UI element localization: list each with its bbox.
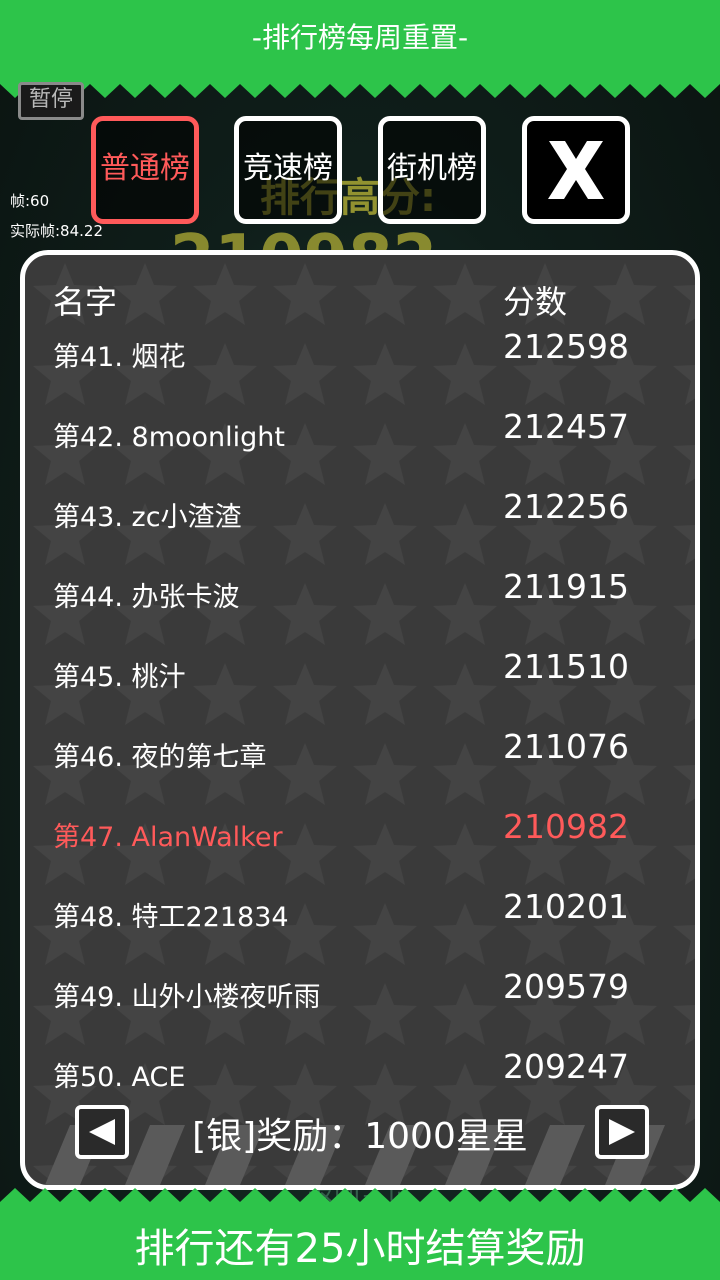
row-score: 211510 <box>503 647 629 686</box>
leaderboard-row: 第45. 桃汁 211510 <box>25 645 695 705</box>
column-header-name: 名字 <box>53 283 118 321</box>
next-page-button[interactable] <box>595 1105 649 1159</box>
fps-label: 帧:60 <box>10 192 50 210</box>
leaderboard-row: 第49. 山外小楼夜听雨 209579 <box>25 965 695 1025</box>
bottom-banner: 排行还有25小时结算奖励 <box>0 1204 720 1280</box>
top-banner-text: -排行榜每周重置- <box>251 21 469 54</box>
row-rank-name: 第49. 山外小楼夜听雨 <box>53 982 321 1013</box>
row-score: 212457 <box>503 407 629 446</box>
column-header-score: 分数 <box>503 283 568 321</box>
row-rank-name: 第47. AlanWalker <box>53 822 283 853</box>
bottom-banner-text: 排行还有25小时结算奖励 <box>134 1226 586 1272</box>
leaderboard-row: 第43. zc小渣渣 212256 <box>25 485 695 545</box>
leaderboard-row: 第46. 夜的第七章 211076 <box>25 725 695 785</box>
tab-speed-label: 竞速榜 <box>243 151 333 186</box>
row-rank-name: 第50. ACE <box>53 1062 186 1093</box>
tab-normal-leaderboard[interactable]: 普通榜 <box>91 116 199 224</box>
row-score: 212598 <box>503 327 629 366</box>
row-score: 210982 <box>503 807 629 846</box>
actual-fps-label: 实际帧:84.22 <box>10 222 103 240</box>
row-score: 212256 <box>503 487 629 526</box>
row-rank-name: 第43. zc小渣渣 <box>53 502 242 533</box>
leaderboard-row: 第41. 烟花 212598 <box>25 325 695 385</box>
row-score: 211076 <box>503 727 629 766</box>
tab-speed-leaderboard[interactable]: 竞速榜 <box>234 116 342 224</box>
row-score: 209579 <box>503 967 629 1006</box>
close-button[interactable] <box>522 116 630 224</box>
tab-arcade-label: 街机榜 <box>387 151 477 186</box>
leaderboard-row: 第44. 办张卡波 211915 <box>25 565 695 625</box>
row-score: 209247 <box>503 1047 629 1086</box>
row-rank-name: 第46. 夜的第七章 <box>53 742 267 773</box>
close-icon <box>548 141 604 199</box>
row-rank-name: 第41. 烟花 <box>53 342 186 373</box>
row-rank-name: 第44. 办张卡波 <box>53 582 240 613</box>
row-score: 211915 <box>503 567 629 606</box>
tab-arcade-leaderboard[interactable]: 街机榜 <box>378 116 486 224</box>
row-rank-name: 第42. 8moonlight <box>53 422 285 453</box>
leaderboard-row: 第42. 8moonlight 212457 <box>25 405 695 465</box>
pause-button[interactable]: 暂停 <box>18 82 84 120</box>
row-rank-name: 第48. 特工221834 <box>53 902 289 933</box>
top-zigzag-edge <box>0 78 720 98</box>
tab-normal-label: 普通榜 <box>100 151 190 186</box>
leaderboard-row: 第48. 特工221834 210201 <box>25 885 695 945</box>
leaderboard-panel: 名字 分数 第41. 烟花 212598 第42. 8moonlight 212… <box>20 250 700 1190</box>
leaderboard-row: 第50. ACE 209247 <box>25 1045 695 1105</box>
row-score: 210201 <box>503 887 629 926</box>
arrow-right-icon <box>609 1119 635 1145</box>
leaderboard-row-current-player: 第47. AlanWalker 210982 <box>25 805 695 865</box>
row-rank-name: 第45. 桃汁 <box>53 662 186 693</box>
top-banner: -排行榜每周重置- <box>0 0 720 82</box>
